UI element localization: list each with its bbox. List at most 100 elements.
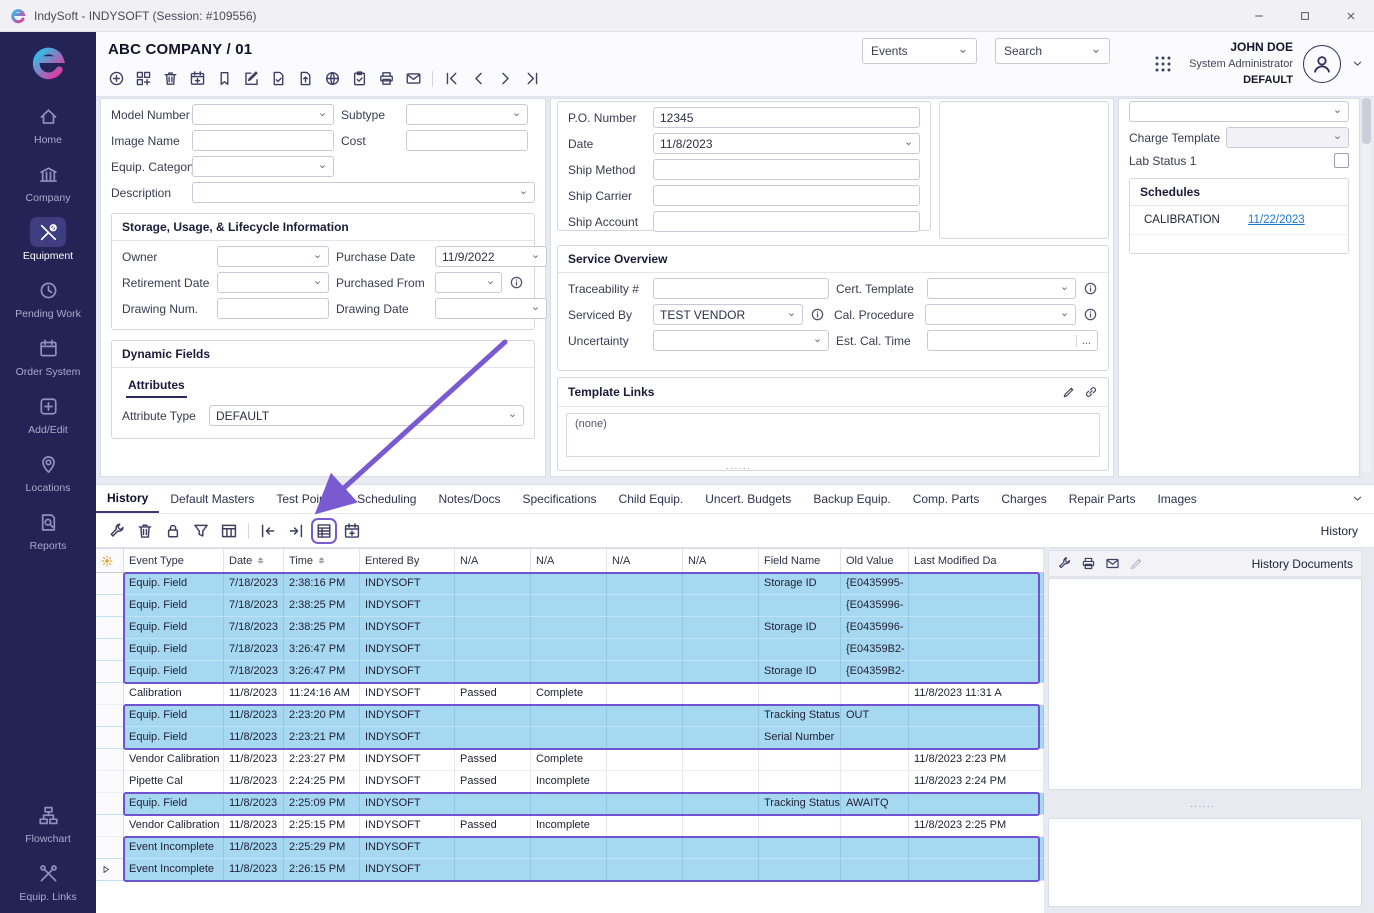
history-row[interactable]: Equip. Field7/18/20233:26:47 PMINDYSOFT{… (96, 639, 1044, 661)
mail-button[interactable] (405, 70, 422, 87)
tab-test-points[interactable]: Test Points (265, 485, 346, 513)
documents-splitter-handle[interactable]: ⋅⋅⋅⋅⋅⋅ (1190, 806, 1215, 810)
tab-scheduling[interactable]: Scheduling (346, 485, 427, 513)
import-right-button[interactable] (287, 522, 305, 540)
tab-images[interactable]: Images (1146, 485, 1207, 513)
attribute-type-dropdown[interactable]: DEFAULT (209, 405, 524, 426)
history-grid[interactable]: Event TypeDateTimeEntered ByN/AN/AN/AN/A… (96, 548, 1044, 913)
purchase-date-dropdown[interactable]: 11/9/2022 (435, 246, 547, 267)
sidebar-item-home[interactable]: Home (2, 94, 94, 152)
edit-template-links-button[interactable] (1062, 383, 1076, 401)
cost-input[interactable] (406, 130, 528, 151)
ship-carrier-input[interactable] (653, 185, 920, 206)
cal-procedure-info-button[interactable] (1083, 307, 1098, 322)
search-dropdown[interactable]: Search (995, 38, 1110, 64)
history-documents-list[interactable] (1048, 578, 1362, 790)
column-header-event-type[interactable]: Event Type (124, 549, 224, 572)
sidebar-item-flowchart[interactable]: Flowchart (2, 793, 94, 851)
model-number-dropdown[interactable] (192, 104, 334, 125)
form-scrollbar[interactable] (1362, 98, 1371, 473)
po-number-input[interactable]: 12345 (653, 107, 920, 128)
trash-button[interactable] (136, 522, 154, 540)
column-header-old-value[interactable]: Old Value (841, 549, 909, 572)
tab-default-masters[interactable]: Default Masters (159, 485, 265, 513)
tab-notes-docs[interactable]: Notes/Docs (427, 485, 511, 513)
drawing-num-input[interactable] (217, 298, 329, 319)
purchased-from-dropdown[interactable] (435, 272, 502, 293)
link-template-button[interactable] (1084, 383, 1098, 401)
attributes-tab[interactable]: Attributes (126, 376, 187, 398)
wrench-button[interactable] (108, 522, 126, 540)
lab-status-checkbox[interactable] (1334, 153, 1349, 168)
history-documents-preview[interactable] (1048, 818, 1362, 907)
description-dropdown[interactable] (192, 182, 535, 203)
history-row[interactable]: Equip. Field7/18/20232:38:16 PMINDYSOFTS… (96, 573, 1044, 595)
grid-plus-button[interactable] (135, 70, 152, 87)
sidebar-item-locations[interactable]: Locations (2, 442, 94, 500)
wrench-button[interactable] (1057, 556, 1072, 571)
user-menu-chevron[interactable] (1351, 55, 1364, 73)
avatar[interactable] (1303, 45, 1341, 83)
sidebar-item-pending-work[interactable]: Pending Work (2, 268, 94, 326)
details-button[interactable] (315, 522, 333, 540)
lock-button[interactable] (164, 522, 182, 540)
cert-template-info-button[interactable] (1083, 281, 1098, 296)
doc-export-button[interactable] (297, 70, 314, 87)
column-header-date[interactable]: Date (224, 549, 284, 572)
uncertainty-dropdown[interactable] (653, 330, 829, 351)
globe-button[interactable] (324, 70, 341, 87)
history-row[interactable]: Equip. Field7/18/20233:26:47 PMINDYSOFTS… (96, 661, 1044, 683)
tab-repair-parts[interactable]: Repair Parts (1058, 485, 1147, 513)
est-cal-time-more-button[interactable]: ... (1076, 335, 1091, 347)
nav-prev-button[interactable] (470, 70, 487, 87)
sidebar-item-equipment[interactable]: Equipment (2, 210, 94, 268)
tab-child-equip[interactable]: Child Equip. (608, 485, 695, 513)
tab-backup-equip[interactable]: Backup Equip. (802, 485, 901, 513)
column-header-entered-by[interactable]: Entered By (360, 549, 455, 572)
history-row[interactable]: Calibration11/8/202311:24:16 AMINDYSOFTP… (96, 683, 1044, 705)
column-header-n-a[interactable]: N/A (531, 549, 607, 572)
circle-plus-button[interactable] (108, 70, 125, 87)
history-row[interactable]: Equip. Field11/8/20232:23:20 PMINDYSOFTT… (96, 705, 1044, 727)
est-cal-time-input[interactable]: ... (927, 330, 1098, 351)
column-header-time[interactable]: Time (284, 549, 360, 572)
nav-next-button[interactable] (497, 70, 514, 87)
column-header-field-name[interactable]: Field Name (759, 549, 841, 572)
top-cut-dropdown[interactable] (1129, 101, 1349, 122)
history-row[interactable]: Event Incomplete11/8/20232:25:29 PMINDYS… (96, 837, 1044, 859)
history-row[interactable]: Equip. Field7/18/20232:38:25 PMINDYSOFT{… (96, 595, 1044, 617)
print-button[interactable] (1081, 556, 1096, 571)
subtype-dropdown[interactable] (406, 104, 528, 125)
splitter-handle[interactable]: ⋅⋅⋅⋅⋅⋅ (726, 468, 751, 472)
date-dropdown[interactable]: 11/8/2023 (653, 133, 920, 154)
column-header-n-a[interactable]: N/A (683, 549, 759, 572)
calendar-star-button[interactable] (343, 522, 361, 540)
column-header-last-modified-da[interactable]: Last Modified Da (909, 549, 1044, 572)
history-row[interactable]: Vendor Calibration11/8/20232:25:15 PMIND… (96, 815, 1044, 837)
tab-history[interactable]: History (96, 485, 159, 513)
bookmark-button[interactable] (216, 70, 233, 87)
purchased-from-info-button[interactable] (509, 275, 524, 290)
ship-account-input[interactable] (653, 211, 920, 232)
tab-specifications[interactable]: Specifications (512, 485, 608, 513)
serviced-by-info-button[interactable] (810, 307, 825, 322)
collapse-panel-button[interactable] (1351, 490, 1364, 508)
import-left-button[interactable] (259, 522, 277, 540)
schedule-date-link[interactable]: 11/22/2023 (1248, 214, 1305, 226)
calendar-plus-button[interactable] (189, 70, 206, 87)
sidebar-item-order-system[interactable]: Order System (2, 326, 94, 384)
tab-charges[interactable]: Charges (990, 485, 1057, 513)
doc-check-button[interactable] (270, 70, 287, 87)
filter-button[interactable] (192, 522, 210, 540)
column-header-n-a[interactable]: N/A (607, 549, 683, 572)
tab-comp-parts[interactable]: Comp. Parts (902, 485, 991, 513)
nav-last-button[interactable] (524, 70, 541, 87)
history-row[interactable]: Vendor Calibration11/8/20232:23:27 PMIND… (96, 749, 1044, 771)
history-row[interactable]: Equip. Field7/18/20232:38:25 PMINDYSOFTS… (96, 617, 1044, 639)
events-dropdown[interactable]: Events (862, 38, 977, 64)
sidebar-item-company[interactable]: Company (2, 152, 94, 210)
owner-dropdown[interactable] (217, 246, 329, 267)
schedule-row[interactable]: CALIBRATION 11/22/2023 (1130, 206, 1348, 235)
mail-button[interactable] (1105, 556, 1120, 571)
nav-first-button[interactable] (443, 70, 460, 87)
